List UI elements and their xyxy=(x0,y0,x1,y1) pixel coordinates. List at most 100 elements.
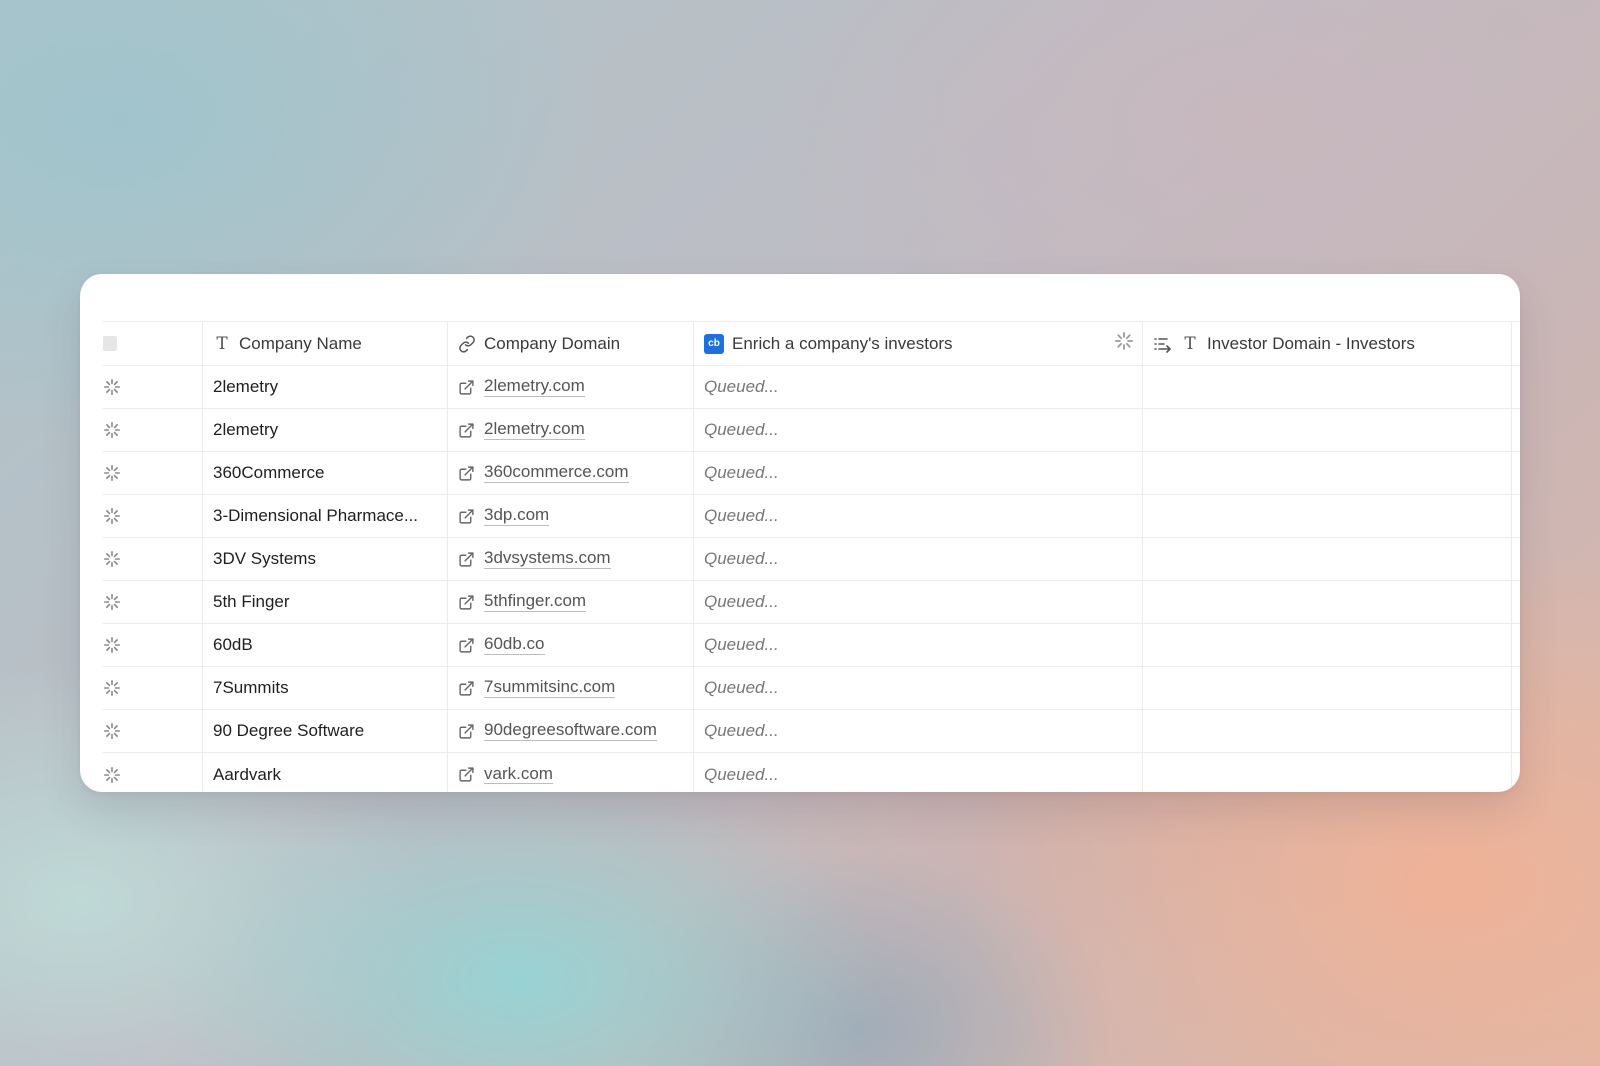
queued-status: Queued... xyxy=(704,463,779,482)
external-link-icon[interactable] xyxy=(458,379,475,396)
row-status-cell xyxy=(103,710,203,752)
investor-domain-cell[interactable] xyxy=(1143,667,1512,709)
company-name-cell[interactable]: 3DV Systems xyxy=(203,538,448,580)
enrich-status-cell[interactable]: Queued... xyxy=(694,753,1143,792)
row-status-cell xyxy=(103,538,203,580)
investor-domain-cell[interactable] xyxy=(1143,452,1512,494)
external-link-icon[interactable] xyxy=(458,723,475,740)
table-row[interactable]: 90 Degree Software 90degreesoftware.com Qu… xyxy=(103,710,1520,753)
loading-spinner-icon xyxy=(103,722,121,740)
external-link-icon[interactable] xyxy=(458,465,475,482)
data-table: T Company Name Company Domain cb Enrich … xyxy=(103,321,1520,792)
company-name-cell[interactable]: 360Commerce xyxy=(203,452,448,494)
company-domain-link[interactable]: 60db.co xyxy=(484,634,545,655)
investor-domain-cell[interactable] xyxy=(1143,366,1512,408)
external-link-icon[interactable] xyxy=(458,551,475,568)
link-icon xyxy=(458,334,476,353)
investor-domain-cell[interactable] xyxy=(1143,538,1512,580)
investor-domain-cell[interactable] xyxy=(1143,581,1512,623)
company-domain-cell[interactable]: 90degreesoftware.com xyxy=(448,710,694,752)
loading-spinner-icon xyxy=(103,593,121,611)
loading-spinner-icon xyxy=(103,507,121,525)
external-link-icon[interactable] xyxy=(458,680,475,697)
enrich-status-cell[interactable]: Queued... xyxy=(694,667,1143,709)
table-card: T Company Name Company Domain cb Enrich … xyxy=(80,274,1520,792)
column-header-label: Enrich a company's investors xyxy=(732,333,953,353)
company-name-cell[interactable]: 2lemetry xyxy=(203,409,448,451)
table-row[interactable]: 60dB 60db.co Queued... xyxy=(103,624,1520,667)
company-domain-cell[interactable]: 5thfinger.com xyxy=(448,581,694,623)
company-name-cell[interactable]: 3-Dimensional Pharmace... xyxy=(203,495,448,537)
enrich-status-cell[interactable]: Queued... xyxy=(694,366,1143,408)
column-header-company-name[interactable]: T Company Name xyxy=(203,322,448,365)
company-domain-cell[interactable]: 360commerce.com xyxy=(448,452,694,494)
company-name-cell[interactable]: 7Summits xyxy=(203,667,448,709)
enrich-status-cell[interactable]: Queued... xyxy=(694,495,1143,537)
select-all-cell[interactable] xyxy=(103,322,203,365)
company-name: 90 Degree Software xyxy=(213,721,365,740)
company-name-cell[interactable]: 90 Degree Software xyxy=(203,710,448,752)
company-domain-cell[interactable]: 7summitsinc.com xyxy=(448,667,694,709)
company-domain-link[interactable]: 3dvsystems.com xyxy=(484,548,611,569)
text-type-icon: T xyxy=(216,333,228,354)
queued-status: Queued... xyxy=(704,377,779,396)
external-link-icon[interactable] xyxy=(458,422,475,439)
row-status-cell xyxy=(103,753,203,792)
investor-domain-cell[interactable] xyxy=(1143,495,1512,537)
table-row[interactable]: 5th Finger 5thfinger.com Queued... xyxy=(103,581,1520,624)
enrich-status-cell[interactable]: Queued... xyxy=(694,581,1143,623)
enrich-status-cell[interactable]: Queued... xyxy=(694,538,1143,580)
queued-status: Queued... xyxy=(704,506,779,525)
column-header-investor-domain[interactable]: T Investor Domain - Investors xyxy=(1143,322,1512,365)
enrich-status-cell[interactable]: Queued... xyxy=(694,452,1143,494)
table-row[interactable]: 7Summits 7summitsinc.com Queued... xyxy=(103,667,1520,710)
company-domain-link[interactable]: vark.com xyxy=(484,764,553,785)
table-row[interactable]: 2lemetry 2lemetry.com Queued... xyxy=(103,409,1520,452)
company-domain-link[interactable]: 360commerce.com xyxy=(484,462,629,483)
crunchbase-icon: cb xyxy=(704,333,724,354)
column-header-company-domain[interactable]: Company Domain xyxy=(448,322,694,365)
investor-domain-cell[interactable] xyxy=(1143,753,1512,792)
queued-status: Queued... xyxy=(704,635,779,654)
company-name: 60dB xyxy=(213,635,253,654)
select-all-checkbox[interactable] xyxy=(103,336,117,351)
table-row[interactable]: 2lemetry 2lemetry.com Queued... xyxy=(103,366,1520,409)
row-status-cell xyxy=(103,409,203,451)
loading-spinner-icon xyxy=(103,636,121,654)
company-domain-link[interactable]: 2lemetry.com xyxy=(484,376,585,397)
company-name-cell[interactable]: 60dB xyxy=(203,624,448,666)
company-domain-cell[interactable]: 2lemetry.com xyxy=(448,366,694,408)
table-row[interactable]: 3-Dimensional Pharmace... 3dp.com Queued..… xyxy=(103,495,1520,538)
external-link-icon[interactable] xyxy=(458,766,475,783)
company-name: 5th Finger xyxy=(213,592,290,611)
enrich-status-cell[interactable]: Queued... xyxy=(694,710,1143,752)
company-domain-cell[interactable]: 3dvsystems.com xyxy=(448,538,694,580)
company-name: Aardvark xyxy=(213,764,282,784)
table-row[interactable]: Aardvark vark.com Queued... xyxy=(103,753,1520,792)
company-domain-link[interactable]: 3dp.com xyxy=(484,505,550,526)
investor-domain-cell[interactable] xyxy=(1143,409,1512,451)
table-row[interactable]: 360Commerce 360commerce.com Queued... xyxy=(103,452,1520,495)
external-link-icon[interactable] xyxy=(458,508,475,525)
external-link-icon[interactable] xyxy=(458,637,475,654)
investor-domain-cell[interactable] xyxy=(1143,710,1512,752)
company-domain-cell[interactable]: 2lemetry.com xyxy=(448,409,694,451)
column-header-label: Company Domain xyxy=(484,333,621,353)
enrich-status-cell[interactable]: Queued... xyxy=(694,624,1143,666)
enrich-status-cell[interactable]: Queued... xyxy=(694,409,1143,451)
column-header-enrich-investors[interactable]: cb Enrich a company's investors xyxy=(694,322,1143,365)
company-name-cell[interactable]: Aardvark xyxy=(203,753,448,792)
company-domain-link[interactable]: 90degreesoftware.com xyxy=(484,720,657,741)
company-domain-link[interactable]: 2lemetry.com xyxy=(484,419,585,440)
company-name: 2lemetry xyxy=(213,420,279,439)
company-domain-link[interactable]: 7summitsinc.com xyxy=(484,677,616,698)
company-domain-cell[interactable]: 3dp.com xyxy=(448,495,694,537)
company-domain-cell[interactable]: vark.com xyxy=(448,753,694,792)
table-row[interactable]: 3DV Systems 3dvsystems.com Queued... xyxy=(103,538,1520,581)
company-name-cell[interactable]: 5th Finger xyxy=(203,581,448,623)
external-link-icon[interactable] xyxy=(458,594,475,611)
company-domain-link[interactable]: 5thfinger.com xyxy=(484,591,587,612)
company-name-cell[interactable]: 2lemetry xyxy=(203,366,448,408)
company-domain-cell[interactable]: 60db.co xyxy=(448,624,694,666)
investor-domain-cell[interactable] xyxy=(1143,624,1512,666)
